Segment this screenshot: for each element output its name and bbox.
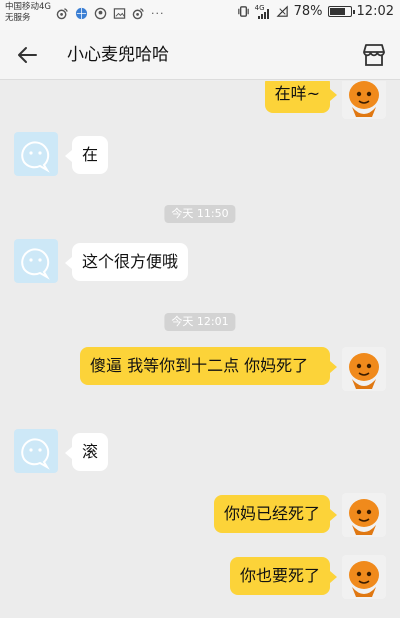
contact-avatar[interactable] <box>14 239 58 283</box>
carrier-name: 中国移动4G <box>5 2 51 12</box>
message-bubble-incoming[interactable]: 滚 <box>64 433 109 471</box>
signal-empty-icon <box>276 5 288 17</box>
message-text: 这个很方便哦 <box>82 252 179 271</box>
message-text: 你妈已经死了 <box>223 504 320 523</box>
message-bubble-outgoing[interactable]: 在咩~ <box>264 81 338 113</box>
battery-icon <box>327 6 355 17</box>
my-avatar[interactable] <box>342 81 386 119</box>
system-indicators: 4G 78% 12:02 <box>237 4 394 19</box>
message-text: 在 <box>82 145 99 164</box>
message-bubble-incoming[interactable]: 这个很方便哦 <box>64 243 189 281</box>
chat-header: 小心麦兜哈哈 <box>0 30 400 80</box>
message-text: 滚 <box>82 442 99 461</box>
ghost-face-icon <box>21 141 50 173</box>
my-avatar[interactable] <box>342 347 386 391</box>
weibo-icon <box>56 8 68 20</box>
image-icon <box>113 8 126 19</box>
my-avatar[interactable] <box>342 555 386 599</box>
status-bar: 中国移动4G 无服务 ··· 4G 78% 12:02 <box>0 0 400 30</box>
weibo-icon-2 <box>132 8 144 20</box>
message-text: 在咩~ <box>274 84 320 103</box>
shop-button[interactable] <box>360 41 388 69</box>
contact-name: 小心麦兜哈哈 <box>67 45 169 65</box>
vibrate-icon <box>237 6 249 17</box>
orange-mascot-icon <box>349 499 379 535</box>
battery-level <box>329 8 345 15</box>
signal-4g-icon: 4G <box>255 4 271 19</box>
orange-mascot-icon <box>349 561 379 597</box>
qq-icon <box>94 7 107 20</box>
contact-avatar[interactable] <box>14 429 58 473</box>
ghost-face-icon <box>21 438 50 470</box>
service-status: 无服务 <box>5 13 31 23</box>
back-arrow-icon <box>18 47 37 63</box>
notification-icons: ··· <box>56 7 165 20</box>
carrier-info: 中国移动4G 无服务 <box>5 2 51 24</box>
message-text: 傻逼 我等你到十二点 你妈死了 <box>90 356 309 375</box>
ghost-face-icon <box>21 248 50 280</box>
my-avatar[interactable] <box>342 493 386 537</box>
message-bubble-outgoing[interactable]: 你妈已经死了 <box>213 495 338 533</box>
globe-icon <box>75 7 88 20</box>
message-bubble-outgoing[interactable]: 傻逼 我等你到十二点 你妈死了 <box>80 347 337 385</box>
message-bubble-outgoing[interactable]: 你也要死了 <box>229 557 338 595</box>
chat-area[interactable]: 在咩~ 在 今天 11:50 这个很方便哦 今天 12:01 傻逼 我等你到十二… <box>0 81 400 618</box>
orange-mascot-icon <box>349 81 379 117</box>
back-button[interactable] <box>14 42 40 68</box>
message-text: 你也要死了 <box>239 566 320 585</box>
orange-mascot-icon <box>349 353 379 389</box>
message-bubble-incoming[interactable]: 在 <box>64 136 109 174</box>
timestamp: 今天 12:01 <box>164 313 236 331</box>
timestamp: 今天 11:50 <box>164 205 236 223</box>
battery-percent: 78% <box>293 4 323 19</box>
clock: 12:02 <box>356 4 394 19</box>
contact-avatar[interactable] <box>14 132 58 176</box>
shop-icon <box>363 44 385 66</box>
more-notifications-icon: ··· <box>151 7 165 20</box>
